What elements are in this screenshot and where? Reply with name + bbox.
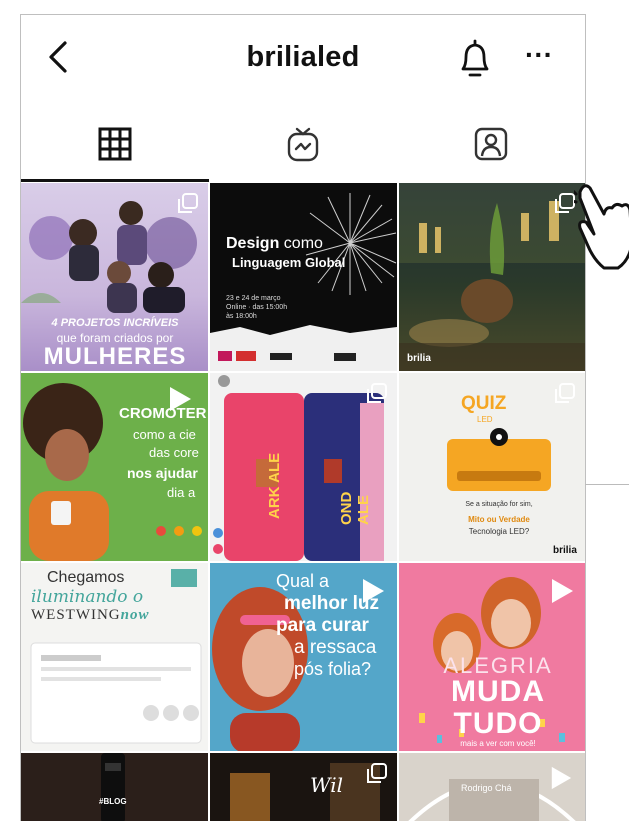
post-caption-line: Rodrigo Chá	[461, 783, 512, 793]
post-caption-line: mais a ver com você!	[460, 739, 536, 748]
post-tile[interactable]: Rodrigo Chá	[399, 753, 585, 821]
post-tile[interactable]: QUIZ LED Se a situação for sim, Mito ou …	[399, 373, 585, 561]
post-title-bold: Design	[226, 235, 280, 252]
tagged-user-icon	[474, 127, 508, 161]
post-tile[interactable]: ARK ALE OND ALE	[210, 373, 397, 561]
post-caption-line: como a cie	[133, 427, 196, 442]
post-tile[interactable]: Wil	[210, 753, 397, 821]
post-caption-title: MULHERES	[43, 343, 187, 370]
tab-igtv[interactable]	[209, 107, 397, 181]
divider-line	[585, 484, 629, 485]
sign-text: ARK ALE	[266, 452, 283, 519]
post-subtitle: LED	[477, 415, 493, 424]
post-caption-brand: WESTWINGnow	[31, 607, 150, 624]
album-icon	[367, 383, 387, 403]
play-icon	[551, 766, 572, 790]
album-icon	[555, 383, 575, 403]
post-caption-line: a ressaca	[294, 637, 377, 658]
play-icon	[363, 579, 384, 603]
brand-logo: brilia	[553, 545, 577, 556]
post-caption-line: pós folia?	[294, 659, 372, 679]
play-icon	[552, 579, 573, 603]
post-tile[interactable]: Design como Linguagem Global 23 e 24 de …	[210, 183, 397, 371]
post-caption-line: 4 PROJETOS INCRÍVEIS	[51, 317, 179, 329]
post-tile[interactable]: Qual a melhor luz para curar a ressaca p…	[210, 563, 397, 751]
play-icon	[170, 387, 191, 411]
post-caption-line: iluminando o	[31, 587, 144, 607]
post-time: às 18:00h	[226, 313, 257, 320]
post-tile[interactable]: brilia	[399, 183, 585, 371]
profile-screen: brilialed ··· 4 PROJETOS INCRÍVEIS que f…	[20, 14, 586, 821]
post-title: CROMOTER	[119, 405, 207, 422]
post-subtitle: Linguagem Global	[232, 255, 346, 270]
profile-username: brilialed	[246, 41, 360, 73]
active-tab-indicator	[21, 179, 209, 182]
post-caption-title: MUDA	[451, 675, 545, 708]
now-text: now	[120, 607, 150, 623]
post-caption-line: dia a	[167, 485, 196, 500]
tab-tagged[interactable]	[397, 107, 585, 181]
profile-tabs	[21, 107, 585, 181]
post-online: Online · das 15:00h	[226, 304, 288, 311]
tab-grid[interactable]	[21, 107, 209, 181]
post-caption-line: nos ajudar	[127, 465, 198, 481]
post-title: QUIZ	[461, 393, 507, 414]
post-caption-line: das core	[149, 445, 199, 460]
post-caption-line: Tecnologia LED?	[468, 527, 530, 536]
igtv-icon	[287, 127, 319, 162]
post-image	[210, 193, 397, 371]
post-caption-line: Chegamos	[47, 569, 125, 586]
post-caption-title: TUDO	[453, 707, 543, 740]
grid-icon	[98, 127, 132, 161]
bell-icon[interactable]	[455, 37, 495, 81]
post-caption-line: Wil	[310, 773, 343, 797]
post-tile[interactable]: ALEGRIA MUDA TUDO mais a ver com você!	[399, 563, 585, 751]
sign-text: OND ALE	[338, 491, 372, 525]
album-icon	[555, 193, 575, 213]
post-tile[interactable]: CROMOTER como a cie das core nos ajudar …	[21, 373, 208, 561]
post-caption-line: Se a situação for sim,	[465, 501, 533, 508]
brand-logo: brilia	[407, 353, 431, 364]
post-caption-line: para curar	[276, 615, 369, 636]
post-date: 23 e 24 de março	[226, 295, 281, 302]
post-tile[interactable]: Chegamos iluminando o WESTWINGnow	[21, 563, 208, 751]
post-tag: #BLOG	[99, 797, 127, 806]
post-tile[interactable]: #BLOG	[21, 753, 208, 821]
westwing-text: WESTWING	[31, 607, 121, 623]
post-title: Design como	[226, 235, 323, 253]
post-tile[interactable]: 4 PROJETOS INCRÍVEIS que foram criados p…	[21, 183, 208, 371]
pointer-hand-icon	[574, 184, 629, 270]
posts-grid: 4 PROJETOS INCRÍVEIS que foram criados p…	[21, 183, 585, 821]
post-caption-line: Qual a	[276, 571, 330, 591]
post-image	[101, 753, 125, 821]
album-icon	[367, 763, 387, 783]
album-icon	[178, 193, 198, 213]
post-caption-line: Mito ou Verdade	[468, 515, 530, 524]
more-options-button[interactable]: ···	[521, 41, 557, 73]
post-title-light: como	[283, 235, 323, 252]
top-bar: brilialed ···	[21, 15, 585, 107]
